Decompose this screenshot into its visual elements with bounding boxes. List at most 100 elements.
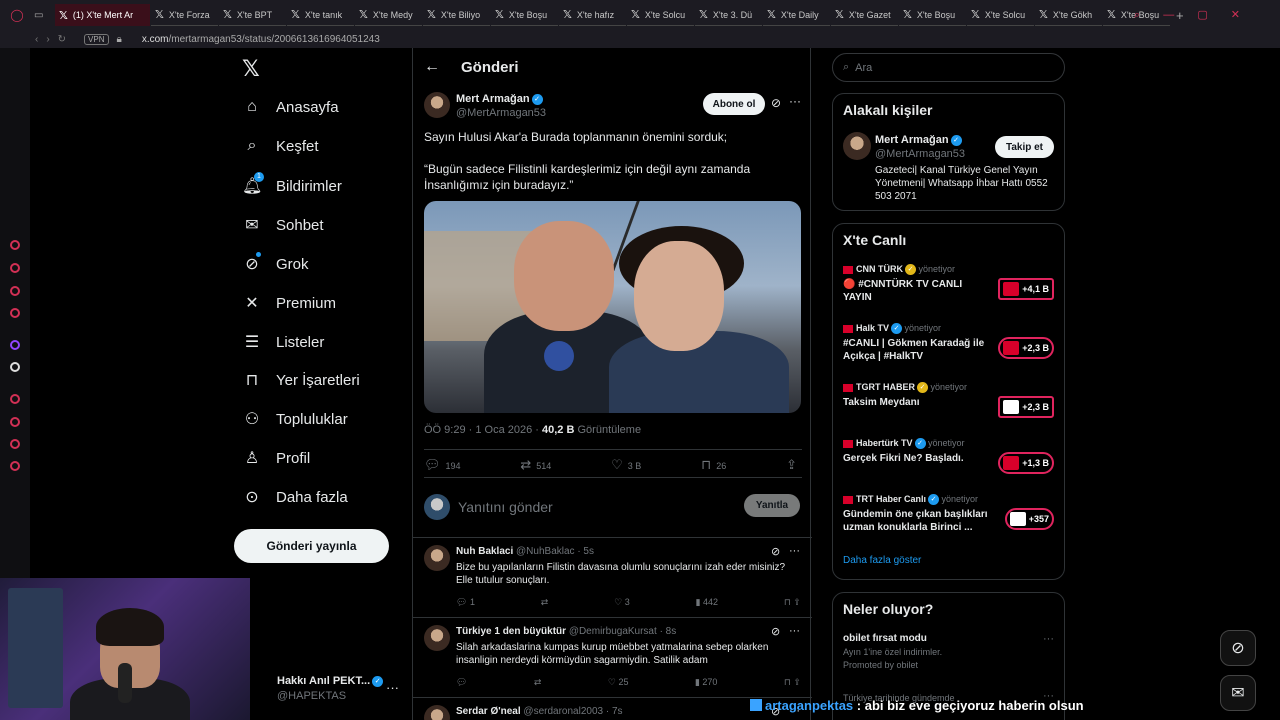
live-listeners-badge[interactable]: +2,3 B [998,396,1054,418]
nav-arrows[interactable]: ‹›↻ [35,34,74,45]
sidebar-app-icon[interactable] [10,286,20,296]
reply-bookmark-share[interactable]: ⊓ ⇪ [784,597,801,608]
sidebar-app-icon[interactable] [10,308,20,318]
browser-tab[interactable]: 𝕏 X'te Solcu [967,4,1034,26]
history-icon[interactable] [10,417,20,427]
repost-action[interactable]: ⇄ [534,677,542,688]
post-author-handle[interactable]: @MertArmagan53 [456,107,546,119]
more-icon[interactable]: ··· [789,545,800,557]
workspace-icon[interactable]: ▭ [34,10,54,21]
related-person-name[interactable]: Mert Armağan [875,134,949,146]
live-listeners-badge[interactable]: +357 [1004,508,1054,530]
live-listeners-badge[interactable]: +4,1 B [998,278,1054,300]
browser-tab[interactable]: 𝕏 X'te Solcu [627,4,694,26]
reply-action[interactable]: 💬︎ 194 [424,457,461,473]
reply-author-handle[interactable]: @DemirbugaKursat [569,626,657,637]
vpn-badge[interactable]: VPN [84,33,109,45]
x-sidebar-icon[interactable] [10,362,20,372]
browser-tab[interactable]: 𝕏 X'te Boşu [899,4,966,26]
views-action[interactable]: ▮ 270 [695,677,718,688]
follow-button[interactable]: Takip et [995,136,1054,158]
x-logo-icon[interactable]: 𝕏 [242,56,260,82]
subscribe-button[interactable]: Abone ol [703,93,765,115]
avatar[interactable] [424,545,450,571]
more-icon[interactable]: ··· [789,625,800,637]
bookmark-action[interactable]: ⊓ 26 [701,457,726,473]
post-video[interactable] [424,201,801,413]
trend-item[interactable]: obilet fırsat modu Ayın 1'ine özel indiri… [843,633,1054,670]
reply-action[interactable]: 💬︎ 1 [456,597,475,608]
window-controls[interactable]: ⌕ — ▢ ✕ [1134,8,1250,22]
nav-item-search[interactable]: ⌕ Keşfet [242,137,319,155]
share-action[interactable]: ⇪ [786,457,802,473]
browser-tab[interactable]: 𝕏 X'te Forza [151,4,218,26]
messages-float-button[interactable]: ✉ [1220,675,1256,711]
like-action[interactable]: ♡ 25 [608,677,629,688]
settings-icon[interactable] [10,461,20,471]
reply-author-name[interactable]: Nuh Baklaci [456,546,513,557]
more-icon[interactable]: ··· [1043,633,1054,645]
twitch-icon[interactable] [10,340,20,350]
grok-float-button[interactable]: ⊘ [1220,630,1256,666]
related-person-name-row[interactable]: Mert Armağan ✓ [875,134,962,146]
nav-item-grok[interactable]: ⊘ Grok [242,252,309,274]
reply-time[interactable]: · 7s [606,706,623,717]
post-author-name[interactable]: Mert Armağan [456,93,530,105]
reply-author-name[interactable]: Serdar Ø'neal [456,706,521,717]
live-listeners-badge[interactable]: +2,3 B [998,337,1054,359]
nav-item-bookmark[interactable]: ⊓ Yer İşaretleri [242,370,360,390]
repost-action[interactable]: ⇄ [541,597,549,608]
reply-button[interactable]: Yanıtla [744,494,800,517]
sidebar-app-icon[interactable] [10,263,20,273]
browser-tab[interactable]: 𝕏 X'te hafız [559,4,626,26]
post-button[interactable]: Gönderi yayınla [234,529,389,563]
live-listeners-badge[interactable]: +1,3 B [998,452,1054,474]
browser-tab[interactable]: 𝕏 (1) X'te Mert Ar [55,4,150,26]
browser-tab[interactable]: 𝕏 X'te 3. Dü [695,4,762,26]
nav-item-home[interactable]: ⌂ Anasayfa [242,98,338,116]
sidebar-app-icon[interactable] [10,394,20,404]
avatar[interactable] [424,92,450,118]
post-timestamp[interactable]: ÖÖ 9:29 · 1 Oca 2026 · [424,424,542,436]
repost-action[interactable]: ⇄ 514 [520,457,551,473]
reply-author-handle[interactable]: @serdaronal2003 [523,706,603,717]
sidebar-app-icon[interactable] [10,240,20,250]
url-field[interactable]: x.com/mertarmagan53/status/2006613616964… [142,34,380,45]
reply-bookmark-share[interactable]: ⊓ ⇪ [784,677,801,688]
reply-author-handle[interactable]: @NuhBaklac [516,546,575,557]
avatar[interactable] [424,705,450,720]
search-input[interactable]: ⌕ Ara [832,53,1065,82]
opera-logo-icon[interactable]: ◯ [0,4,34,26]
browser-tab[interactable]: 𝕏 X'te Biliyo [423,4,490,26]
browser-tab[interactable]: 𝕏 X'te Gökh [1035,4,1102,26]
grok-icon[interactable]: ⊘ [771,625,780,638]
browser-tab[interactable]: 𝕏 X'te Daily [763,4,830,26]
views-action[interactable]: ▮ 442 [696,597,719,608]
browser-tab[interactable]: 𝕏 X'te Medy [355,4,422,26]
browser-tab[interactable]: 𝕏 X'te BPT [219,4,286,26]
avatar[interactable] [843,132,871,160]
like-action[interactable]: ♡ 3 [614,597,630,608]
reply-action[interactable]: 💬︎ [456,677,467,688]
reply-time[interactable]: · 5s [577,546,594,557]
more-icon[interactable]: ··· [789,94,801,108]
browser-tab[interactable]: 𝕏 X'te tanık [287,4,354,26]
like-action[interactable]: ♡ 3 B [611,457,641,473]
show-more-link[interactable]: Daha fazla göster [843,555,921,566]
reply-input[interactable]: Yanıtını gönder [458,499,553,515]
post-author-name-row[interactable]: Mert Armağan ✓ [456,93,543,105]
browser-tab[interactable]: 𝕏 X'te Gazet [831,4,898,26]
grok-icon[interactable]: ⊘ [771,96,781,110]
nav-item-profile[interactable]: ♙ Profil [242,448,310,468]
nav-item-x-premium[interactable]: ✕ Premium [242,293,336,313]
account-more-icon[interactable]: ··· [386,680,399,695]
reply-author-name[interactable]: Türkiye 1 den büyüktür [456,626,566,637]
account-switcher[interactable]: Hakkı Anıl PEKT... ✓ @HAPEKTAS [277,675,384,702]
reply-time[interactable]: · 8s [660,626,677,637]
avatar[interactable] [424,625,450,651]
nav-item-more-circle[interactable]: ⊙ Daha fazla [242,487,347,507]
nav-item-bell[interactable]: 🔔︎ 1 Bildirimler [242,172,342,196]
grok-icon[interactable]: ⊘ [771,545,780,558]
nav-item-mail[interactable]: ✉ Sohbet [242,215,323,235]
related-person-handle[interactable]: @MertArmagan53 [875,148,965,160]
